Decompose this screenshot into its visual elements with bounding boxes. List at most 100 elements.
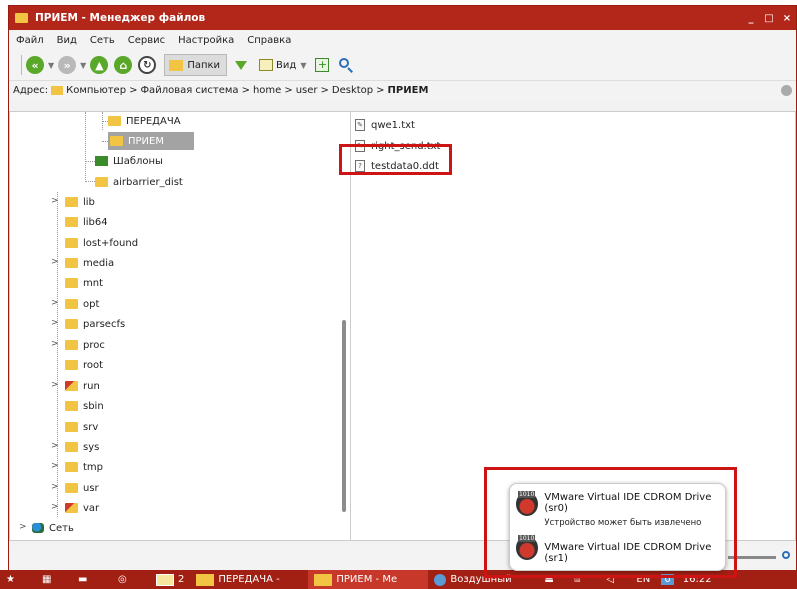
folders-button[interactable]: Папки (164, 54, 228, 76)
forward-dropdown-icon[interactable]: ▼ (80, 61, 86, 70)
breadcrumb-desktop[interactable]: Desktop (332, 85, 373, 96)
forward-icon[interactable]: » (58, 56, 77, 74)
edit-doc-icon: ✎ (355, 119, 365, 131)
menu-help[interactable]: Справка (247, 35, 291, 46)
folder-icon (65, 197, 78, 207)
breadcrumb-home[interactable]: home (253, 85, 281, 96)
tree-item-sbin[interactable]: sbin (65, 397, 104, 415)
folder-icon (65, 319, 78, 329)
address-label: Адрес: (13, 85, 49, 96)
address-bar[interactable]: Адрес: Компьютер > Файловая система > ho… (9, 80, 796, 100)
tree-item-root[interactable]: root (65, 356, 103, 374)
tree-item-priem[interactable]: ПРИЕМ (108, 132, 194, 150)
menu-network[interactable]: Сеть (90, 35, 115, 46)
expand-icon[interactable]: > (51, 380, 59, 390)
up-icon[interactable]: ▲ (90, 56, 109, 74)
expand-icon[interactable]: > (51, 298, 59, 308)
browser-icon (434, 573, 447, 586)
tree-item-lost-found[interactable]: lost+found (65, 234, 138, 252)
new-tab-icon[interactable]: + (315, 58, 330, 72)
tree-item-templates[interactable]: Шаблоны (95, 152, 163, 170)
expand-icon[interactable]: > (51, 257, 59, 267)
view-label: Вид (276, 59, 297, 71)
tree-item-tmp[interactable]: tmp (65, 458, 103, 476)
menu-bar: Файл Вид Сеть Сервис Настройка Справка (9, 30, 796, 50)
tree-item-proc[interactable]: proc (65, 336, 105, 354)
tree-item-var[interactable]: var (65, 499, 99, 517)
view-button[interactable]: Вид ▼ (259, 59, 310, 71)
filter-icon[interactable] (235, 60, 248, 70)
taskbar-item-peredacha[interactable]: ПЕРЕДАЧА - (190, 570, 308, 589)
tree-item-media[interactable]: media (65, 254, 114, 272)
toolbar-separator (21, 55, 22, 75)
breadcrumb-user[interactable]: user (296, 85, 318, 96)
terminal-icon[interactable]: ▬ (72, 570, 112, 589)
tree-item-lib[interactable]: lib (65, 193, 95, 211)
tree-item-sys[interactable]: sys (65, 438, 99, 456)
taskbar-item-priem[interactable]: ПРИЕМ - Ме (308, 570, 429, 589)
view-icon (259, 59, 274, 71)
folder-icon (65, 483, 78, 493)
folder-tree[interactable]: ПЕРЕДАЧА ПРИЕМ Шаблоны airbarrier_dist >… (9, 111, 351, 541)
back-dropdown-icon[interactable]: ▼ (48, 61, 54, 70)
file-highlight-box (339, 144, 452, 175)
folder-icon (169, 59, 184, 71)
tree-item-mnt[interactable]: mnt (65, 274, 103, 292)
tree-item-usr[interactable]: usr (65, 479, 99, 497)
view-dropdown-icon: ▼ (300, 60, 307, 70)
breadcrumb-separator: > (320, 85, 329, 96)
folder-icon (51, 86, 64, 95)
folder-icon (65, 462, 78, 472)
expand-icon[interactable]: > (51, 196, 59, 206)
zoom-search-icon[interactable] (782, 551, 792, 561)
search-icon[interactable] (339, 58, 354, 73)
folder-icon (65, 258, 78, 268)
expand-icon[interactable]: > (51, 502, 59, 512)
breadcrumb-current[interactable]: ПРИЕМ (388, 85, 429, 96)
maximize-button[interactable]: □ (760, 13, 778, 24)
app-icon[interactable]: ◎ (112, 570, 150, 589)
expand-icon[interactable]: > (51, 318, 59, 328)
expand-icon[interactable]: > (51, 441, 59, 451)
menu-view[interactable]: Вид (57, 35, 77, 46)
expand-icon[interactable]: > (51, 339, 59, 349)
start-icon[interactable]: ★ (0, 570, 36, 589)
expand-icon[interactable]: > (19, 522, 27, 532)
menu-settings[interactable]: Настройка (178, 35, 234, 46)
tree-item-srv[interactable]: srv (65, 418, 98, 436)
tree-item-parsecfs[interactable]: parsecfs (65, 315, 125, 333)
title-bar[interactable]: ПРИЕМ - Менеджер файлов _ □ × (9, 6, 796, 30)
minimize-button[interactable]: _ (742, 13, 760, 24)
refresh-icon[interactable]: ↻ (138, 56, 157, 74)
breadcrumb-computer[interactable]: Компьютер (66, 85, 126, 96)
close-button[interactable]: × (778, 13, 796, 24)
address-action-icon[interactable] (781, 85, 792, 96)
folder-icon (65, 299, 78, 309)
folder-restricted-icon (65, 381, 78, 391)
tree-item-network[interactable]: Сеть (32, 519, 74, 537)
folder-icon (65, 238, 78, 248)
desktop-icon[interactable]: ▦ (36, 570, 72, 589)
window-title: ПРИЕМ - Менеджер файлов (35, 12, 206, 24)
tree-item-peredacha[interactable]: ПЕРЕДАЧА (108, 112, 181, 130)
tree-item-lib64[interactable]: lib64 (65, 213, 108, 231)
tree-item-opt[interactable]: opt (65, 295, 99, 313)
breadcrumb-filesystem[interactable]: Файловая система (140, 85, 238, 96)
folder-icon (196, 573, 215, 586)
expand-icon[interactable]: > (51, 482, 59, 492)
tree-item-airbarrier[interactable]: airbarrier_dist (95, 173, 183, 191)
folder-icon (65, 278, 78, 288)
back-icon[interactable]: « (26, 56, 44, 74)
tree-item-run[interactable]: run (65, 377, 100, 395)
menu-file[interactable]: Файл (16, 35, 44, 46)
tree-scrollbar[interactable] (342, 320, 346, 512)
taskbar-item-workspace[interactable]: 2 (150, 570, 190, 589)
expand-icon[interactable]: > (51, 461, 59, 471)
toolbar: « ▼ » ▼ ▲ ⌂ ↻ Папки Вид ▼ + (9, 50, 796, 80)
file-item[interactable]: ✎ qwe1.txt (355, 116, 415, 134)
menu-service[interactable]: Сервис (128, 35, 165, 46)
folder-icon (65, 422, 78, 432)
breadcrumb-separator: > (284, 85, 293, 96)
home-icon[interactable]: ⌂ (114, 56, 133, 74)
folder-icon (15, 13, 28, 23)
